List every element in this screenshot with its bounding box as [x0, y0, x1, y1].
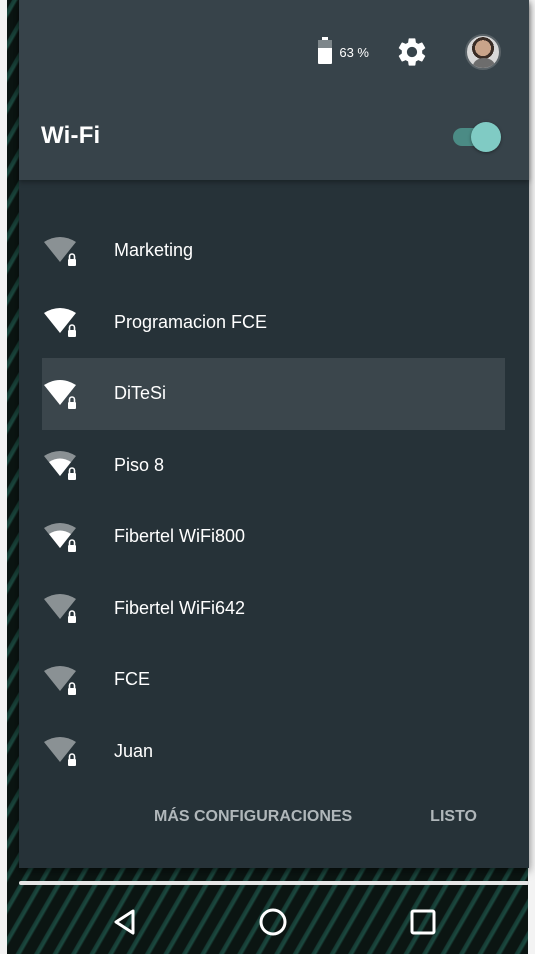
- network-name: Fibertel WiFi642: [114, 597, 246, 618]
- wifi-toggle[interactable]: [451, 122, 501, 152]
- wifi-signal-locked-icon: [42, 734, 82, 768]
- battery-icon: [318, 37, 333, 64]
- wifi-signal-locked-icon: [42, 377, 82, 411]
- wifi-signal-locked-icon: [42, 234, 82, 268]
- done-button[interactable]: LISTO: [430, 808, 477, 826]
- network-item[interactable]: Fibertel WiFi642: [42, 573, 505, 645]
- wifi-title: Wi-Fi: [41, 122, 101, 149]
- screen-edge-right: [528, 0, 535, 954]
- gear-icon[interactable]: [395, 35, 429, 69]
- network-name: Fibertel WiFi800: [114, 526, 246, 547]
- more-settings-button[interactable]: MÁS CONFIGURACIONES: [154, 808, 352, 826]
- wifi-signal-locked-icon: [42, 520, 82, 554]
- avatar[interactable]: [465, 34, 501, 70]
- network-item[interactable]: DiTeSi: [42, 358, 505, 430]
- battery-indicator: 63 %: [318, 37, 369, 64]
- navigation-bar: [7, 888, 528, 954]
- quick-settings-panel: 63 % Wi-Fi Marketing Programacion FCE DiTe…: [19, 0, 529, 868]
- network-item[interactable]: Fibertel WiFi800: [42, 501, 505, 573]
- wifi-signal-locked-icon: [42, 305, 82, 339]
- back-triangle-icon[interactable]: [109, 906, 141, 938]
- network-list: Marketing Programacion FCE DiTeSi Piso 8 Fib…: [19, 215, 529, 787]
- wifi-signal-locked-icon: [42, 448, 82, 482]
- network-name: Programacion FCE: [114, 311, 268, 332]
- status-row: 63 %: [318, 32, 501, 72]
- battery-percentage: 63 %: [339, 44, 369, 60]
- network-name: DiTeSi: [114, 383, 167, 404]
- recents-square-icon[interactable]: [407, 906, 439, 938]
- network-name: Juan: [114, 740, 154, 761]
- toggle-thumb: [471, 122, 501, 152]
- network-name: Piso 8: [114, 454, 165, 475]
- wifi-signal-locked-icon: [42, 591, 82, 625]
- panel-footer: MÁS CONFIGURACIONES LISTO: [19, 795, 529, 839]
- network-item[interactable]: Programacion FCE: [42, 287, 505, 359]
- panel-header: 63 % Wi-Fi: [19, 0, 529, 180]
- network-item[interactable]: FCE: [42, 644, 505, 716]
- network-item[interactable]: Marketing: [42, 215, 505, 287]
- panel-drag-handle[interactable]: [19, 881, 529, 885]
- network-item[interactable]: Juan: [42, 716, 505, 788]
- home-circle-icon[interactable]: [257, 906, 289, 938]
- network-name: Marketing: [114, 240, 194, 261]
- network-item[interactable]: Piso 8: [42, 430, 505, 502]
- screen-edge-left: [0, 0, 7, 954]
- wifi-signal-locked-icon: [42, 663, 82, 697]
- network-name: FCE: [114, 669, 150, 690]
